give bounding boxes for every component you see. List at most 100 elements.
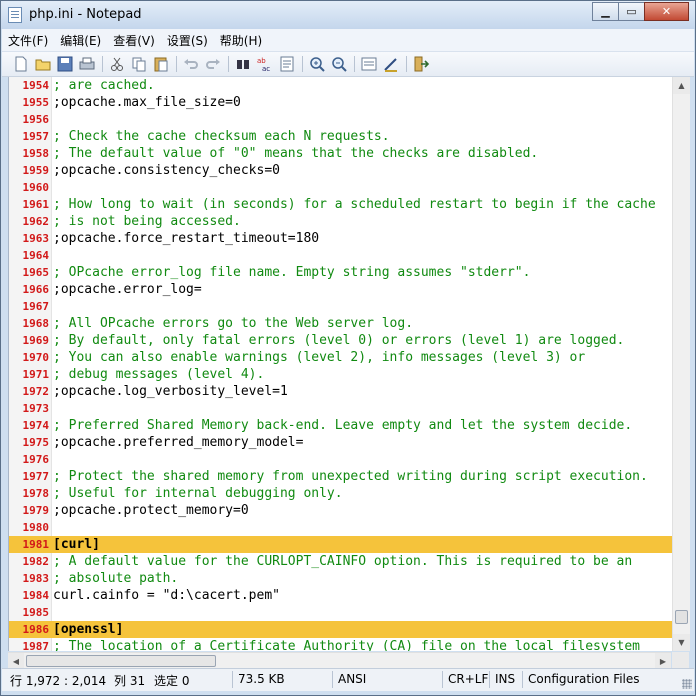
editor-line[interactable]: 1984 curl.cainfo = "d:\cacert.pem" (9, 587, 672, 604)
menu-settings[interactable]: 设置(S) (161, 32, 214, 49)
editor-line[interactable]: 1962; is not being accessed. (9, 213, 672, 230)
editor-line[interactable]: 1964 (9, 247, 672, 264)
undo-icon[interactable] (182, 55, 200, 73)
line-number: 1966 (22, 283, 50, 296)
editor-line[interactable]: 1976 (9, 451, 672, 468)
editor-line[interactable]: 1969; By default, only fatal errors (lev… (9, 332, 672, 349)
line-number: 1971 (22, 368, 50, 381)
editor-line[interactable]: 1955 ;opcache.max_file_size=0 (9, 94, 672, 111)
editor-line[interactable]: 1982; A default value for the CURLOPT_CA… (9, 553, 672, 570)
editor-line[interactable]: 1967 (9, 298, 672, 315)
editor-line[interactable]: 1961; How long to wait (in seconds) for … (9, 196, 672, 213)
editor-line[interactable]: 1954; are cached. (9, 77, 672, 94)
menu-help[interactable]: 帮助(H) (214, 32, 268, 49)
editor-line[interactable]: 1971; debug messages (level 4). (9, 366, 672, 383)
line-text: ; Useful for internal debugging only. (53, 486, 343, 501)
save-icon[interactable] (56, 55, 74, 73)
settings-icon[interactable] (382, 55, 400, 73)
line-text: ;opcache.protect_memory=0 (53, 503, 249, 518)
word-wrap-icon[interactable] (360, 55, 378, 73)
close-icon: ✕ (661, 5, 672, 18)
svg-text:ab: ab (257, 57, 266, 65)
maximize-icon: ▭ (626, 5, 637, 18)
line-text: ; absolute path. (53, 571, 179, 586)
scroll-left-arrow-icon[interactable]: ◀ (8, 653, 24, 669)
ini-section-line[interactable]: 1986 [openssl] (9, 621, 672, 638)
line-text: ; All OPcache errors go to the Web serve… (53, 316, 414, 331)
zoom-in-icon[interactable] (308, 55, 326, 73)
find-icon[interactable] (234, 55, 252, 73)
editor-line[interactable]: 1987; The location of a Certificate Auth… (9, 638, 672, 651)
editor-line[interactable]: 1979 ;opcache.protect_memory=0 (9, 502, 672, 519)
editor-line[interactable]: 1978; Useful for internal debugging only… (9, 485, 672, 502)
zoom-out-icon[interactable] (330, 55, 348, 73)
editor-line[interactable]: 1973 (9, 400, 672, 417)
line-text: ;opcache.preferred_memory_model= (53, 435, 304, 450)
editor-line[interactable]: 1985 (9, 604, 672, 621)
line-number: 1969 (22, 334, 50, 347)
editor-line[interactable]: 1974; Preferred Shared Memory back-end. … (9, 417, 672, 434)
maximize-button[interactable]: ▭ (618, 2, 645, 21)
menu-bar: 文件(F) 编辑(E) 查看(V) 设置(S) 帮助(H) (2, 29, 694, 52)
line-number: 1959 (22, 164, 50, 177)
close-button[interactable]: ✕ (644, 2, 689, 21)
status-position: 行 1,972 : 2,014 (10, 674, 107, 688)
editor-line[interactable]: 1957; Check the cache checksum each N re… (9, 128, 672, 145)
editor-line[interactable]: 1980 (9, 519, 672, 536)
line-text: ; A default value for the CURLOPT_CAINFO… (53, 554, 633, 569)
line-text: ; By default, only fatal errors (level 0… (53, 333, 625, 348)
line-number: 1955 (22, 96, 50, 109)
line-text: ;opcache.error_log= (53, 282, 202, 297)
editor-line[interactable]: 1960 (9, 179, 672, 196)
line-number: 1984 (22, 589, 50, 602)
cut-icon[interactable] (108, 55, 126, 73)
line-text: [openssl] (53, 622, 124, 637)
line-number: 1968 (22, 317, 50, 330)
line-text: ; are cached. (53, 78, 155, 93)
line-text: ;opcache.consistency_checks=0 (53, 163, 280, 178)
status-encoding: ANSI (338, 672, 367, 686)
goto-icon[interactable] (278, 55, 296, 73)
line-text: ; The location of a Certificate Authorit… (53, 639, 640, 651)
menu-view[interactable]: 查看(V) (107, 32, 161, 49)
editor-line[interactable]: 1963 ;opcache.force_restart_timeout=180 (9, 230, 672, 247)
line-number: 1980 (22, 521, 50, 534)
menu-file[interactable]: 文件(F) (2, 32, 54, 49)
editor-line[interactable]: 1970; You can also enable warnings (leve… (9, 349, 672, 366)
line-text: ; is not being accessed. (53, 214, 241, 229)
editor-line[interactable]: 1977; Protect the shared memory from une… (9, 468, 672, 485)
replace-icon[interactable]: abac (256, 55, 274, 73)
minimize-button[interactable]: ▁ (592, 2, 619, 21)
new-file-icon[interactable] (12, 55, 30, 73)
editor-line[interactable]: 1972 ;opcache.log_verbosity_level=1 (9, 383, 672, 400)
line-number: 1956 (22, 113, 50, 126)
line-text: ; You can also enable warnings (level 2)… (53, 350, 586, 365)
menu-edit[interactable]: 编辑(E) (54, 32, 107, 49)
text-editor[interactable]: 1954; are cached. 1955 ;opcache.max_file_s… (8, 77, 672, 651)
exit-icon[interactable] (412, 55, 430, 73)
line-text: ; Protect the shared memory from unexpec… (53, 469, 648, 484)
editor-line[interactable]: 1959 ;opcache.consistency_checks=0 (9, 162, 672, 179)
scroll-down-arrow-icon[interactable]: ▼ (673, 634, 690, 651)
editor-line[interactable]: 1983; absolute path. (9, 570, 672, 587)
paste-icon[interactable] (152, 55, 170, 73)
ini-section-line[interactable]: 1981 [curl] (9, 536, 672, 553)
vertical-scrollbar[interactable]: ▲ ▼ (672, 77, 690, 651)
horizontal-scroll-thumb[interactable] (26, 655, 216, 667)
editor-line[interactable]: 1956 (9, 111, 672, 128)
editor-line[interactable]: 1958; The default value of "0" means tha… (9, 145, 672, 162)
scroll-up-arrow-icon[interactable]: ▲ (673, 77, 690, 94)
print-icon[interactable] (78, 55, 96, 73)
resize-grip-icon[interactable] (682, 679, 692, 689)
horizontal-scrollbar[interactable]: ◀ ▶ (8, 652, 671, 669)
scroll-right-arrow-icon[interactable]: ▶ (655, 653, 671, 669)
editor-line[interactable]: 1966 ;opcache.error_log= (9, 281, 672, 298)
editor-line[interactable]: 1965; OPcache error_log file name. Empty… (9, 264, 672, 281)
open-file-icon[interactable] (34, 55, 52, 73)
editor-line[interactable]: 1968; All OPcache errors go to the Web s… (9, 315, 672, 332)
copy-icon[interactable] (130, 55, 148, 73)
vertical-scroll-thumb[interactable] (675, 610, 688, 624)
editor-line[interactable]: 1975 ;opcache.preferred_memory_model= (9, 434, 672, 451)
title-bar[interactable]: php.ini - Notepad ▁ ▭ ✕ (1, 1, 695, 29)
redo-icon[interactable] (204, 55, 222, 73)
